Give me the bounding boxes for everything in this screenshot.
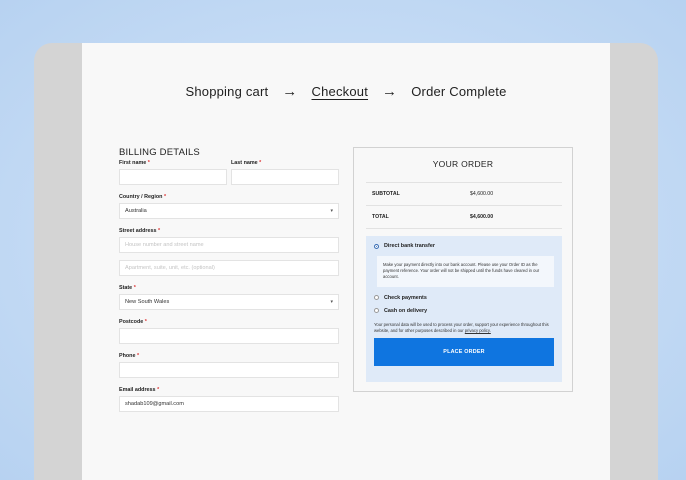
checkout-steps: Shopping cart → Checkout → Order Complet… (82, 83, 610, 100)
checkout-page: Shopping cart → Checkout → Order Complet… (82, 43, 610, 480)
first-name-label: First name * (119, 160, 150, 166)
state-label: State * (119, 285, 136, 291)
browser-frame: Shopping cart → Checkout → Order Complet… (34, 43, 658, 480)
radio-selected-icon[interactable] (374, 243, 379, 249)
subtotal-label: SUBTOTAL (372, 191, 400, 197)
arrow-right-icon: → (382, 83, 398, 100)
first-name-field[interactable] (119, 169, 227, 185)
postcode-group: Postcode * (119, 319, 339, 344)
postcode-field[interactable] (119, 328, 339, 344)
total-row: TOTAL $4,600.00 (366, 206, 562, 229)
email-group: Email address * shadab109@gmail.com (119, 387, 339, 412)
order-title: YOUR ORDER (432, 159, 494, 169)
name-row: First name * Last name * (119, 160, 339, 185)
chevron-down-icon: ▾ (330, 299, 333, 305)
subtotal-row: SUBTOTAL $4,600.00 (366, 183, 562, 206)
state-select[interactable]: New South Wales ▾ (119, 294, 339, 310)
radio-icon[interactable] (374, 308, 379, 314)
cash-on-delivery-label: Cash on delivery (384, 307, 428, 314)
step-order-complete: Order Complete (411, 84, 507, 99)
bank-transfer-label: Direct bank transfer (384, 243, 435, 249)
phone-label: Phone * (119, 353, 140, 359)
chevron-down-icon: ▾ (330, 208, 333, 214)
payment-option-check[interactable]: Check payments (374, 295, 554, 301)
radio-icon[interactable] (374, 295, 379, 301)
order-totals: SUBTOTAL $4,600.00 TOTAL $4,600.00 (366, 182, 562, 229)
country-select[interactable]: Australia ▾ (119, 203, 339, 219)
total-label: TOTAL (372, 214, 389, 220)
street-address-field[interactable]: House number and street name (119, 237, 339, 253)
payment-methods: Direct bank transfer Make your payment d… (366, 236, 562, 382)
subtotal-value: $4,600.00 (470, 191, 494, 197)
country-label: Country / Region * (119, 194, 167, 200)
step-shopping-cart[interactable]: Shopping cart (185, 84, 268, 99)
billing-details: BILLING DETAILS First name * Last name *… (119, 147, 339, 412)
total-value: $4,600.00 (470, 214, 494, 220)
phone-field[interactable] (119, 362, 339, 378)
step-checkout[interactable]: Checkout (312, 84, 369, 99)
apartment-field[interactable]: Apartment, suite, unit, etc. (optional) (119, 260, 339, 276)
check-payments-label: Check payments (384, 294, 427, 301)
street-group: Street address * House number and street… (119, 228, 339, 276)
postcode-label: Postcode * (119, 319, 147, 325)
order-summary: YOUR ORDER SUBTOTAL $4,600.00 TOTAL $4,6… (353, 147, 573, 392)
state-group: State * New South Wales ▾ (119, 285, 339, 310)
street-label: Street address * (119, 228, 161, 234)
bank-transfer-description: Make your payment directly into our bank… (377, 256, 554, 287)
privacy-notice: Your personal data will be used to proce… (374, 321, 549, 333)
phone-group: Phone * (119, 353, 339, 378)
arrow-right-icon: → (282, 83, 298, 100)
last-name-label: Last name * (231, 160, 262, 166)
payment-option-bank[interactable]: Direct bank transfer (374, 243, 554, 249)
email-field[interactable]: shadab109@gmail.com (119, 396, 339, 412)
country-group: Country / Region * Australia ▾ (119, 194, 339, 219)
place-order-button[interactable]: PLACE ORDER (374, 338, 554, 367)
privacy-policy-link[interactable]: privacy policy. (465, 328, 491, 333)
last-name-field[interactable] (231, 169, 339, 185)
payment-option-cod[interactable]: Cash on delivery (374, 308, 554, 314)
billing-title: BILLING DETAILS (119, 147, 200, 158)
email-label: Email address * (119, 387, 160, 393)
